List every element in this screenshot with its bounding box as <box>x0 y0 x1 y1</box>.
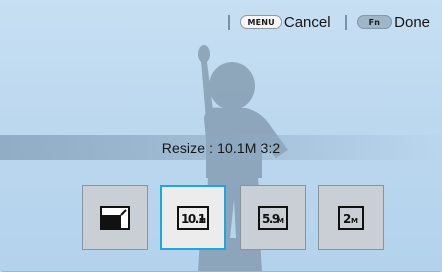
option-2m[interactable]: 2 M <box>318 185 384 250</box>
done-label[interactable]: Done <box>394 14 430 31</box>
svg-text:M: M <box>199 217 206 225</box>
svg-text:M: M <box>277 217 284 225</box>
size-5-9m-icon: 5.9 M <box>258 205 288 230</box>
resize-status-band: Resize : 10.1M 3:2 <box>0 135 442 160</box>
option-5-9m[interactable]: 5.9 M <box>240 185 306 250</box>
divider <box>228 14 231 30</box>
svg-text:M: M <box>351 217 358 225</box>
fn-key-icon[interactable]: Fn <box>356 15 393 29</box>
divider <box>344 14 347 30</box>
option-crop-resize[interactable] <box>82 185 148 250</box>
option-10-1m[interactable]: 10.1 M <box>160 185 226 250</box>
size-10-1m-icon: 10.1 M <box>177 205 209 230</box>
size-2m-icon: 2 M <box>338 205 364 230</box>
cancel-label[interactable]: Cancel <box>284 14 331 31</box>
resize-status-text: Resize : 10.1M 3:2 <box>161 139 281 156</box>
menu-key-icon[interactable]: MENU <box>240 15 282 29</box>
top-menu-bar: MENU Cancel Fn Done <box>228 12 430 32</box>
camera-screen: MENU Cancel Fn Done Resize : 10.1M 3:2 1… <box>0 0 442 272</box>
crop-resize-icon <box>100 205 130 230</box>
